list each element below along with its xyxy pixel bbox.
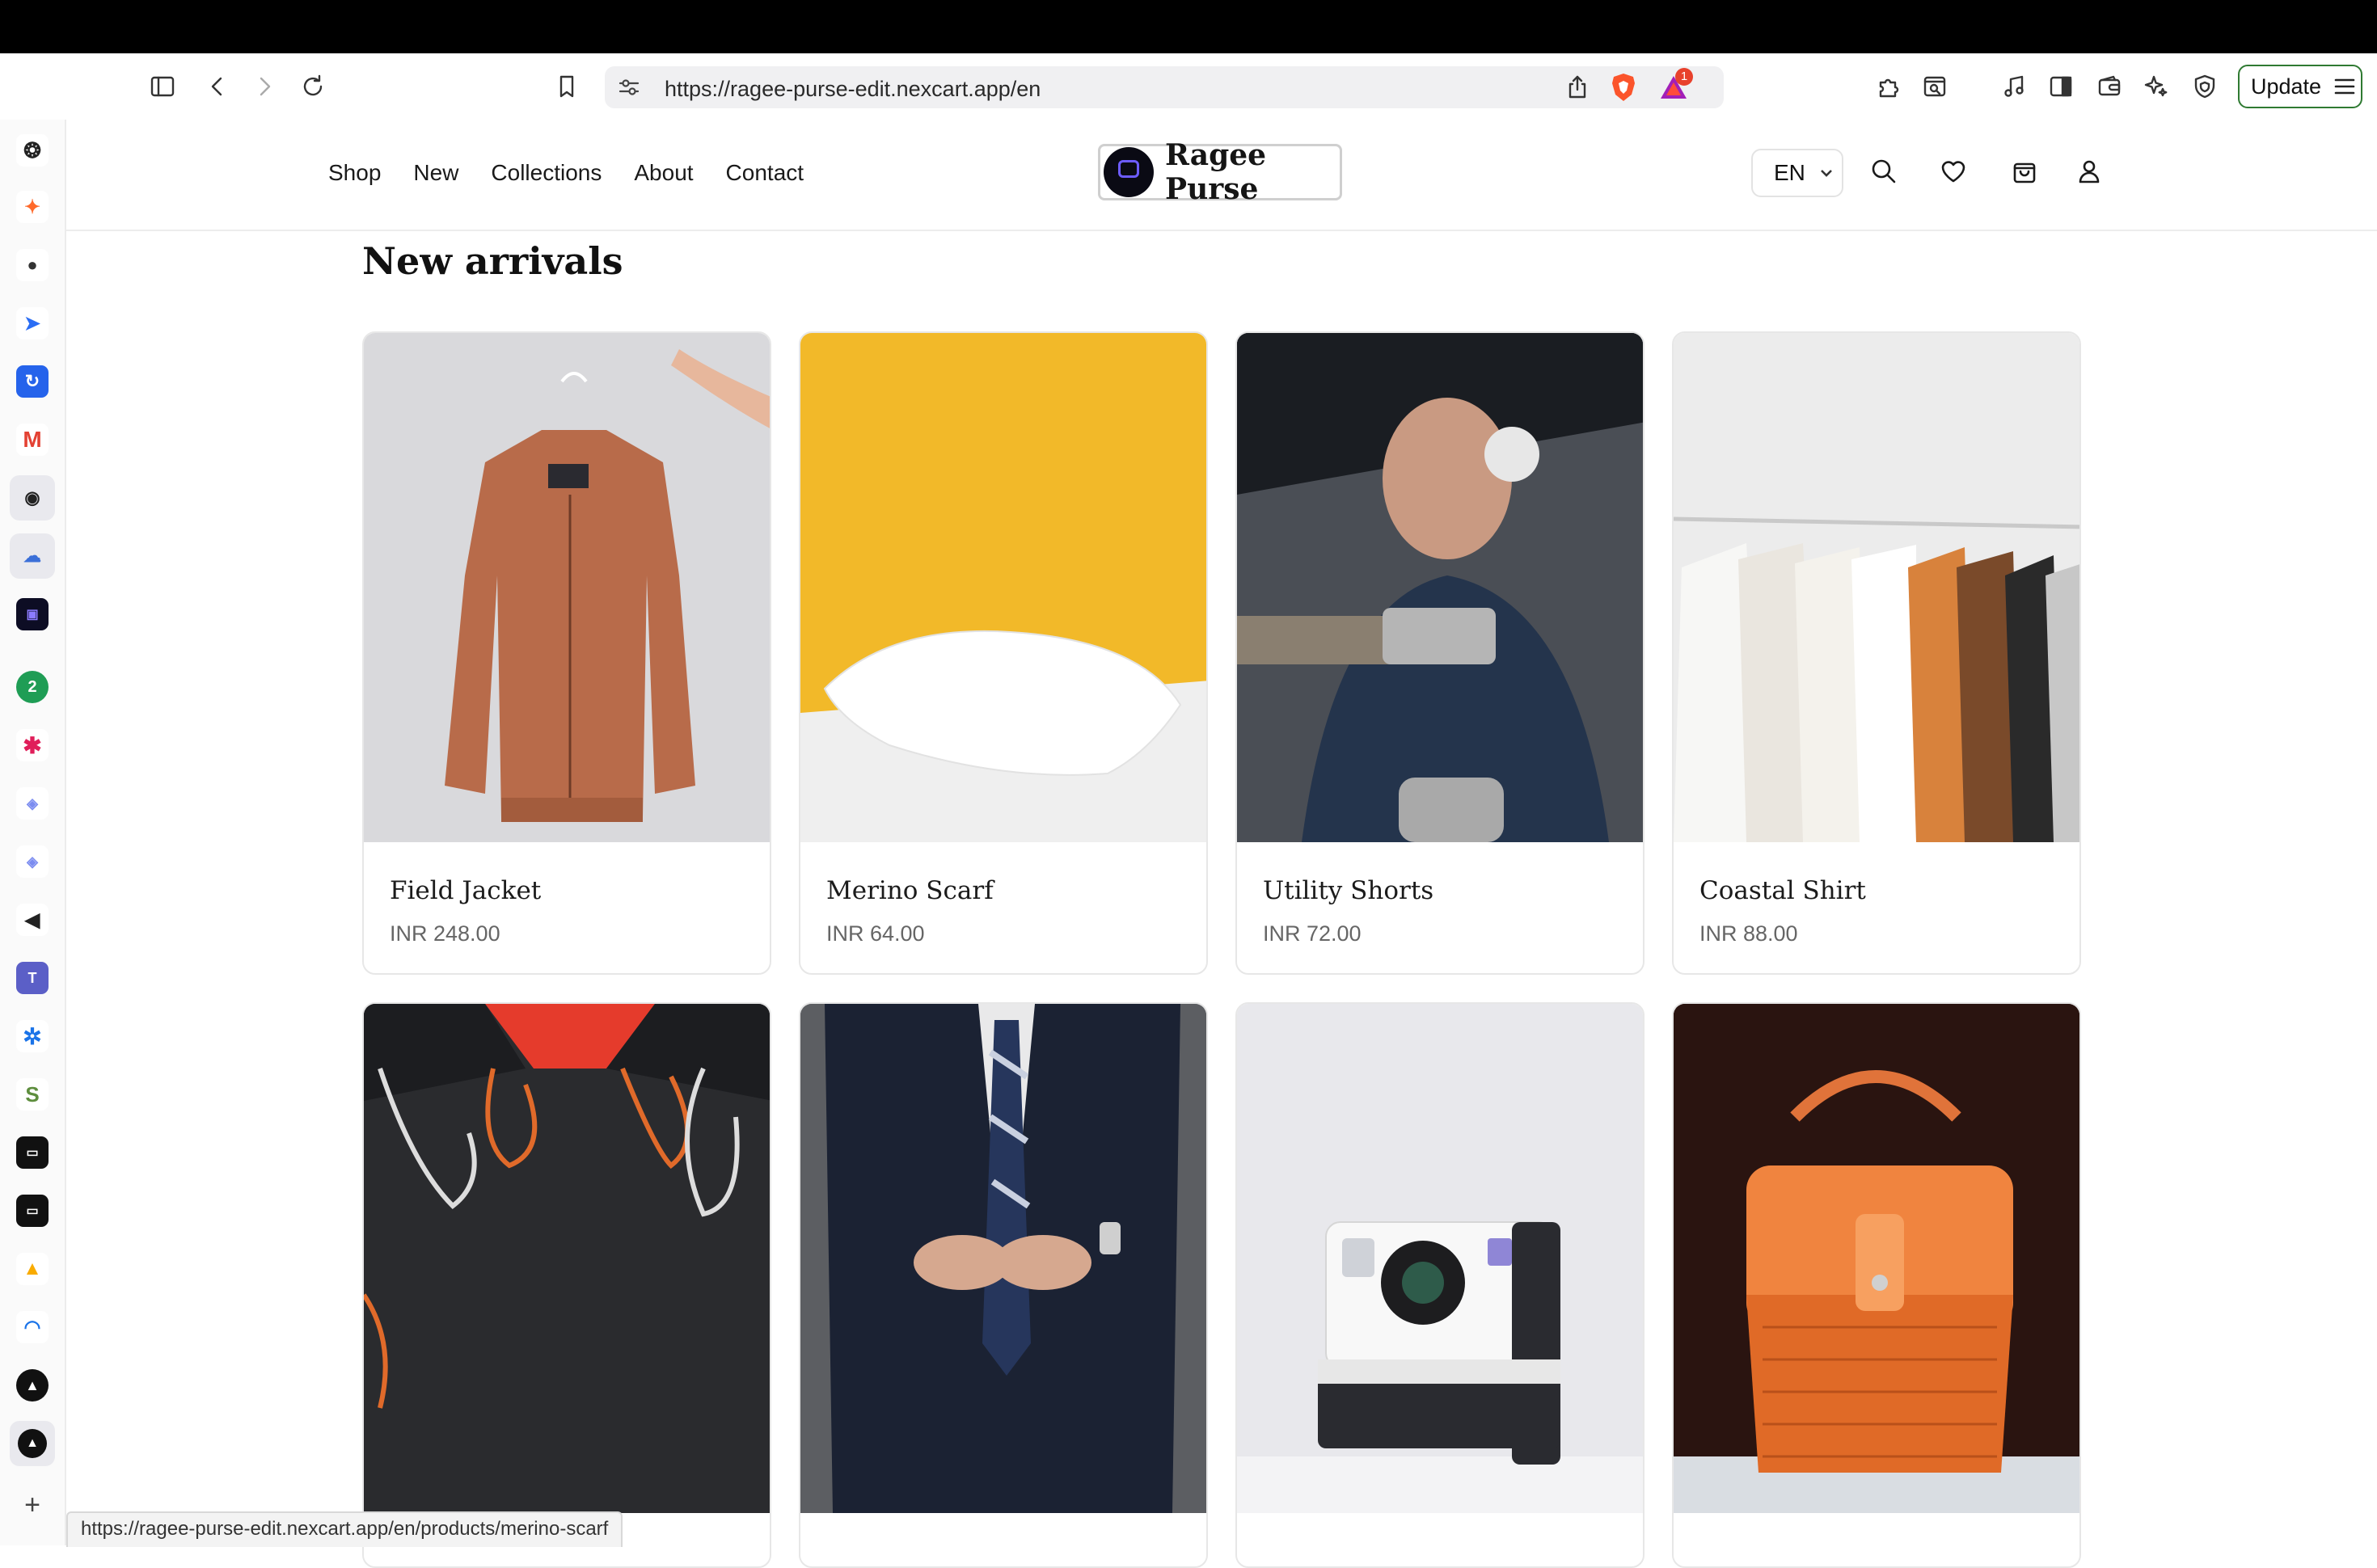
link-status-url: https://ragee-purse-edit.nexcart.app/en/… xyxy=(66,1511,623,1547)
product-card-row2-1[interactable] xyxy=(362,1002,771,1568)
openai-app-icon[interactable]: ❂ xyxy=(16,134,49,166)
brand-mark-icon xyxy=(1104,147,1154,197)
back-icon[interactable] xyxy=(199,68,236,105)
brave-shields-icon[interactable] xyxy=(1607,71,1640,103)
contentful-app-icon[interactable]: ▣ xyxy=(16,598,49,630)
helm-app-icon[interactable]: ✲ xyxy=(16,1020,49,1052)
wallet-icon[interactable] xyxy=(2091,68,2128,105)
brand-logo[interactable]: Ragee Purse xyxy=(1098,138,1342,206)
gmail-app-icon[interactable]: M xyxy=(16,424,49,456)
main-nav: Shop New Collections About Contact xyxy=(328,160,804,186)
nav-contact[interactable]: Contact xyxy=(726,160,804,186)
shopify-app-icon[interactable]: S xyxy=(16,1078,49,1111)
media-icon[interactable] xyxy=(1995,68,2033,105)
site-header: Shop New Collections About Contact Ragee… xyxy=(66,120,2377,231)
product-card-coastal-shirt[interactable]: Coastal Shirt INR 88.00 xyxy=(1672,331,2081,975)
browser-toolbar: https://ragee-purse-edit.nexcart.app/en … xyxy=(0,53,2377,121)
plane-app-icon[interactable]: ➤ xyxy=(16,307,49,339)
vercel-app-icon-1[interactable]: ▲ xyxy=(16,1369,49,1402)
product-price: INR 88.00 xyxy=(1699,921,1798,946)
forward-icon[interactable] xyxy=(246,68,283,105)
product-card-merino-scarf[interactable]: Merino Scarf INR 64.00 xyxy=(799,331,1208,975)
product-card-row2-2[interactable] xyxy=(799,1002,1208,1568)
product-title[interactable]: Field Jacket xyxy=(390,876,541,905)
zapier-app-icon[interactable]: ✦ xyxy=(16,191,49,223)
product-title[interactable]: Utility Shorts xyxy=(1263,876,1433,905)
section-title: New arrivals xyxy=(362,239,623,283)
account-user-icon[interactable] xyxy=(2075,157,2107,189)
site-settings-icon[interactable] xyxy=(616,74,642,100)
bookmark-icon[interactable] xyxy=(548,68,585,105)
teams-app-icon[interactable]: T xyxy=(16,962,49,994)
side-panel-icon[interactable] xyxy=(2042,68,2079,105)
product-image[interactable] xyxy=(1674,1004,2079,1513)
product-image[interactable] xyxy=(364,333,770,842)
product-image[interactable] xyxy=(1237,333,1643,842)
cloud-app-icon[interactable]: ☁ xyxy=(10,533,55,579)
product-card-row2-3[interactable] xyxy=(1235,1002,1644,1568)
nav-collections[interactable]: Collections xyxy=(491,160,602,186)
reload-icon[interactable] xyxy=(294,68,331,105)
product-card-field-jacket[interactable]: Field Jacket INR 248.00 xyxy=(362,331,771,975)
reader-mode-icon[interactable] xyxy=(1916,68,1953,105)
address-bar[interactable]: https://ragee-purse-edit.nexcart.app/en … xyxy=(605,66,1724,108)
chat-app-icon-2[interactable]: ▭ xyxy=(16,1195,49,1227)
product-card-row2-4[interactable] xyxy=(1672,1002,2081,1568)
apple-app-icon[interactable]: ● xyxy=(16,249,49,281)
browser-app-sidebar: ❂ ✦ ● ➤ ↻ M ◉ ☁ ▣ 2 ✱ ◈ ◈ ◀ T ✲ S ▭ ▭ ▲ … xyxy=(0,120,66,1545)
update-button[interactable]: Update xyxy=(2238,65,2362,108)
update-label: Update xyxy=(2251,74,2322,99)
language-select[interactable]: EN xyxy=(1751,149,1843,197)
cart-bag-icon[interactable] xyxy=(2010,157,2042,189)
product-title[interactable]: Merino Scarf xyxy=(826,876,994,905)
brand-name: Ragee Purse xyxy=(1165,138,1267,206)
audio-app-icon[interactable]: ◀ xyxy=(16,904,49,936)
product-image[interactable] xyxy=(364,1004,770,1513)
speed-app-icon[interactable]: ◠ xyxy=(16,1311,49,1343)
product-price: INR 64.00 xyxy=(826,921,925,946)
product-title[interactable]: Coastal Shirt xyxy=(1699,876,1866,905)
whatsapp-app-icon[interactable]: 2 xyxy=(16,671,49,703)
product-price: INR 72.00 xyxy=(1263,921,1362,946)
system-top-bar xyxy=(0,0,2377,53)
nav-about[interactable]: About xyxy=(634,160,693,186)
product-image[interactable] xyxy=(1674,333,2079,842)
address-url[interactable]: https://ragee-purse-edit.nexcart.app/en xyxy=(665,77,1041,102)
chevron-down-icon xyxy=(1820,170,1832,177)
product-price: INR 248.00 xyxy=(390,921,500,946)
sidebar-toggle-icon[interactable] xyxy=(144,68,181,105)
product-image[interactable] xyxy=(1237,1004,1643,1513)
vpn-shield-icon[interactable] xyxy=(2186,68,2223,105)
analytics-app-icon[interactable]: ▲ xyxy=(16,1253,49,1285)
language-value: EN xyxy=(1774,160,1805,185)
product-card-utility-shorts[interactable]: Utility Shorts INR 72.00 xyxy=(1235,331,1644,975)
vercel-app-icon-2[interactable]: ▲ xyxy=(10,1421,55,1466)
extension-app-icon-2[interactable]: ◈ xyxy=(16,845,49,878)
nav-shop[interactable]: Shop xyxy=(328,160,381,186)
rewards-badge: 1 xyxy=(1675,68,1693,86)
search-icon[interactable] xyxy=(1869,157,1902,189)
extensions-icon[interactable] xyxy=(1869,68,1906,105)
add-app-icon[interactable]: + xyxy=(16,1489,49,1521)
share-icon[interactable] xyxy=(1559,69,1596,106)
product-image[interactable] xyxy=(800,1004,1206,1513)
chat-app-icon-1[interactable]: ▭ xyxy=(16,1136,49,1169)
wishlist-heart-icon[interactable] xyxy=(1939,157,1971,189)
slack-app-icon[interactable]: ✱ xyxy=(16,729,49,761)
product-image[interactable] xyxy=(800,333,1206,842)
menu-icon xyxy=(2334,78,2355,95)
docs-app-icon[interactable]: ↻ xyxy=(16,365,49,398)
leo-ai-icon[interactable] xyxy=(2138,68,2175,105)
extension-app-icon-1[interactable]: ◈ xyxy=(16,787,49,820)
brave-rewards-icon[interactable]: 1 xyxy=(1657,68,1693,103)
github-app-icon[interactable]: ◉ xyxy=(10,475,55,521)
nav-new[interactable]: New xyxy=(413,160,458,186)
